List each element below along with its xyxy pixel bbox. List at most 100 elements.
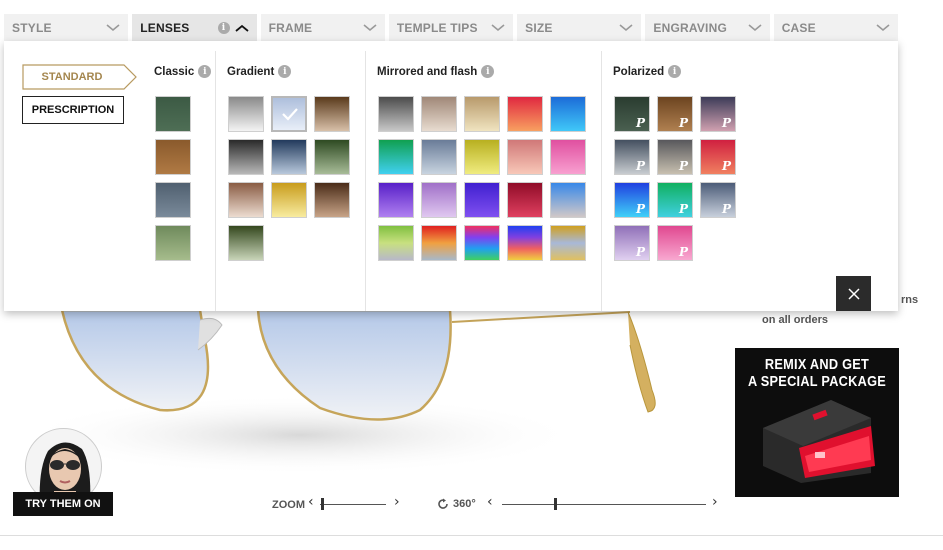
mirrored-lens-swatch[interactable]: [464, 225, 500, 261]
mirrored-lens-swatch[interactable]: [550, 225, 586, 261]
chevron-down-icon: [619, 23, 633, 31]
promo-returns-text: rns: [901, 294, 919, 306]
info-icon[interactable]: i: [481, 65, 495, 78]
gradient-lens-swatch[interactable]: [228, 182, 264, 218]
polarized-lens-swatch[interactable]: P: [700, 139, 736, 175]
polarized-lens-swatch[interactable]: P: [614, 225, 650, 261]
rotate-slider-track[interactable]: [502, 504, 706, 505]
polarized-mark: P: [678, 245, 688, 259]
tab-temple-tips[interactable]: TEMPLE TIPS: [388, 14, 514, 41]
mirrored-lens-swatch[interactable]: [507, 96, 543, 132]
remix-package-banner[interactable]: REMIX AND GET A SPECIAL PACKAGE: [735, 348, 899, 497]
lenses-panel: STANDARD PRESCRIPTION Classic i Gradient…: [4, 41, 898, 311]
polarized-mark: P: [678, 202, 688, 216]
gradient-lens-swatch[interactable]: [271, 96, 307, 132]
rotate-left-arrow[interactable]: ‹: [487, 494, 493, 510]
chevron-down-icon: [748, 23, 762, 31]
mirrored-lens-swatch[interactable]: [507, 182, 543, 218]
classic-lens-swatch[interactable]: [155, 225, 191, 261]
rotate-slider-handle[interactable]: [554, 498, 557, 510]
gradient-lens-swatch[interactable]: [314, 139, 350, 175]
polarized-mark: P: [678, 159, 688, 173]
close-panel-button[interactable]: [836, 276, 871, 311]
tab-label: STYLE: [12, 20, 52, 35]
chevron-down-icon: [363, 23, 377, 31]
column-divider: [601, 51, 602, 311]
tab-label: CASE: [781, 20, 816, 35]
package-case-image: [763, 400, 875, 483]
tab-style[interactable]: STYLE: [4, 14, 129, 41]
mirrored-lens-swatch[interactable]: [421, 225, 457, 261]
polarized-lens-swatch[interactable]: P: [657, 139, 693, 175]
chevron-up-icon: [234, 24, 249, 32]
promo-orders-text: on all orders: [762, 314, 829, 326]
mirrored-lens-swatch[interactable]: [421, 182, 457, 218]
gradient-lens-swatch[interactable]: [228, 225, 264, 261]
tab-label: ENGRAVING: [653, 20, 727, 35]
mirrored-lens-swatch[interactable]: [378, 225, 414, 261]
info-icon[interactable]: i: [198, 65, 212, 78]
prescription-lens-button[interactable]: PRESCRIPTION: [22, 96, 124, 124]
polarized-lens-swatch[interactable]: P: [657, 96, 693, 132]
mirrored-lens-swatch[interactable]: [421, 139, 457, 175]
zoom-slider-handle[interactable]: [321, 498, 324, 510]
info-icon[interactable]: i: [217, 21, 230, 34]
zoom-out-arrow[interactable]: ‹: [308, 494, 314, 510]
polarized-group-title: Polarized i: [613, 65, 682, 78]
classic-lens-swatch[interactable]: [155, 139, 191, 175]
info-icon[interactable]: i: [668, 65, 682, 78]
mirrored-lens-swatch[interactable]: [550, 139, 586, 175]
classic-lens-swatch[interactable]: [155, 182, 191, 218]
gradient-lens-swatch[interactable]: [228, 139, 264, 175]
gradient-lens-swatch[interactable]: [271, 139, 307, 175]
mirrored-lens-swatch[interactable]: [464, 139, 500, 175]
column-divider: [215, 51, 216, 311]
zoom-in-arrow[interactable]: ›: [394, 494, 400, 510]
gradient-lens-swatch[interactable]: [314, 182, 350, 218]
classic-group-title: Classic i: [154, 65, 212, 78]
polarized-lens-swatch[interactable]: P: [614, 139, 650, 175]
polarized-mark: P: [721, 202, 731, 216]
gradient-group-title: Gradient i: [227, 65, 292, 78]
polarized-mark: P: [635, 159, 645, 173]
polarized-lens-swatch[interactable]: P: [614, 182, 650, 218]
tab-case[interactable]: CASE: [773, 14, 898, 41]
tab-lenses[interactable]: LENSES i: [132, 14, 257, 41]
standard-lens-button[interactable]: STANDARD: [22, 64, 138, 90]
polarized-lens-swatch[interactable]: P: [614, 96, 650, 132]
mirrored-lens-swatch[interactable]: [464, 182, 500, 218]
mirrored-lens-swatch[interactable]: [550, 182, 586, 218]
polarized-lens-swatch[interactable]: P: [657, 182, 693, 218]
gradient-lens-swatch[interactable]: [228, 96, 264, 132]
tab-label: SIZE: [525, 20, 553, 35]
mirrored-lens-swatch[interactable]: [550, 96, 586, 132]
polarized-mark: P: [678, 116, 688, 130]
polarized-lens-swatch[interactable]: P: [700, 96, 736, 132]
tab-engraving[interactable]: ENGRAVING: [645, 14, 770, 41]
tab-label: TEMPLE TIPS: [396, 20, 478, 35]
tab-size[interactable]: SIZE: [517, 14, 642, 41]
polarized-lens-swatch[interactable]: P: [657, 225, 693, 261]
mirrored-lens-swatch[interactable]: [378, 182, 414, 218]
gradient-lens-swatch[interactable]: [314, 96, 350, 132]
polarized-lens-swatch[interactable]: P: [700, 182, 736, 218]
info-icon[interactable]: i: [278, 65, 292, 78]
gradient-lens-swatch[interactable]: [271, 182, 307, 218]
polarized-mark: P: [635, 116, 645, 130]
mirrored-lens-swatch[interactable]: [507, 139, 543, 175]
classic-lens-swatch[interactable]: [155, 96, 191, 132]
tab-frame[interactable]: FRAME: [260, 14, 385, 41]
zoom-slider-track[interactable]: [320, 504, 386, 505]
mirrored-lens-swatch[interactable]: [378, 139, 414, 175]
rotate-right-arrow[interactable]: ›: [712, 494, 718, 510]
mirrored-group-title: Mirrored and flash i: [377, 65, 495, 78]
mirrored-lens-swatch[interactable]: [378, 96, 414, 132]
mirrored-lens-swatch[interactable]: [464, 96, 500, 132]
polarized-mark: P: [721, 116, 731, 130]
tab-label: FRAME: [268, 20, 313, 35]
tab-label: LENSES: [140, 20, 190, 35]
configurator-tabs: STYLE LENSES i FRAME TEMPLE TIPS SIZE EN…: [4, 14, 898, 41]
mirrored-lens-swatch[interactable]: [421, 96, 457, 132]
mirrored-lens-swatch[interactable]: [507, 225, 543, 261]
try-them-on-button[interactable]: TRY THEM ON: [13, 492, 113, 516]
